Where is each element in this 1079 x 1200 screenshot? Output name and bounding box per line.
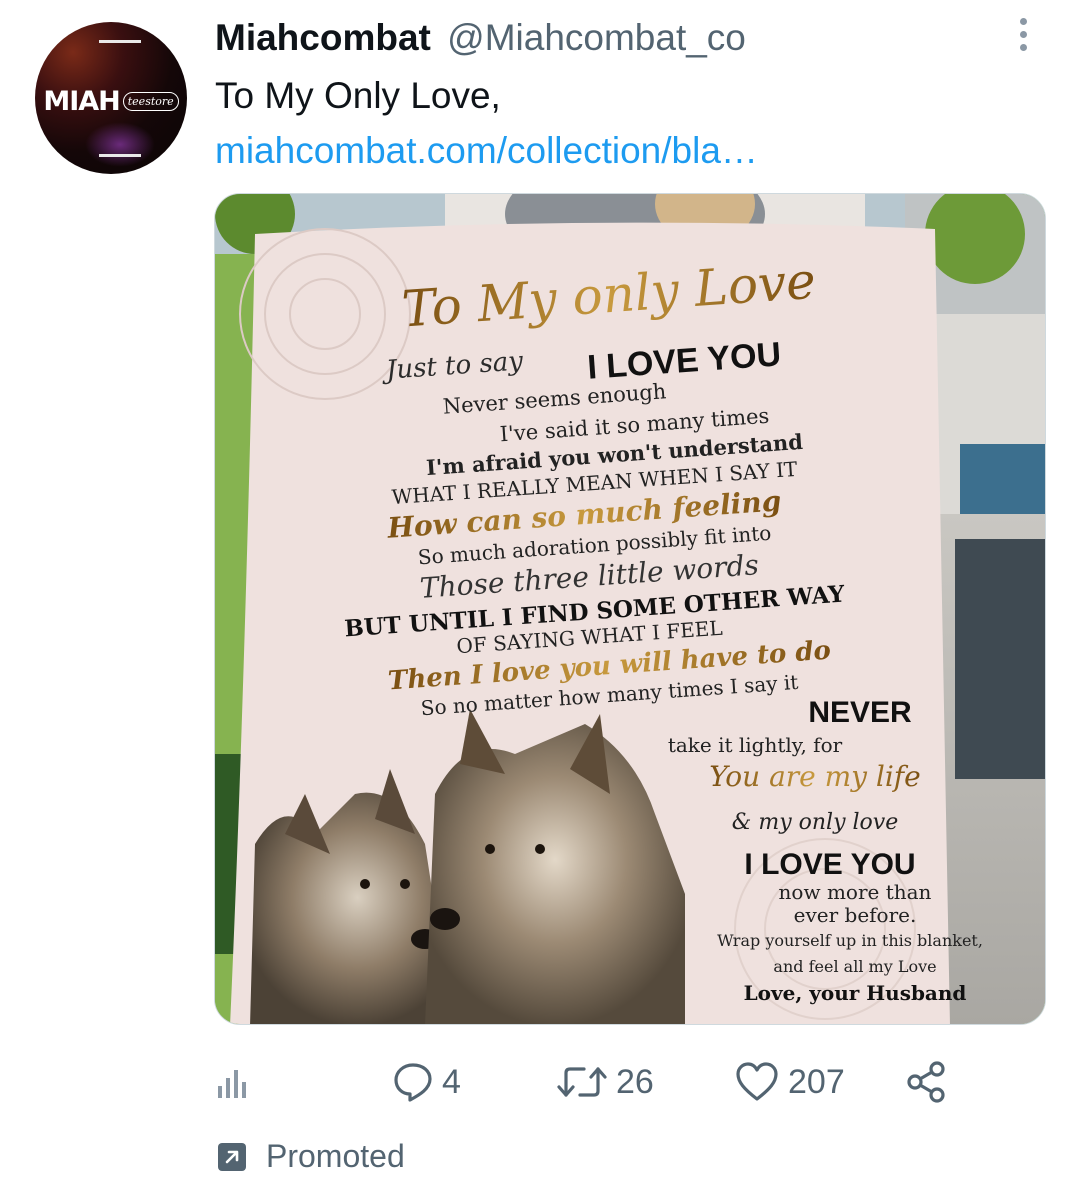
like-count: 207 [788, 1062, 845, 1101]
tweet-header: Miahcombat @Miahcombat_co [215, 14, 746, 62]
avatar-bottom-bar [99, 154, 141, 157]
promoted-label: Promoted [218, 1138, 405, 1175]
retweet-count: 26 [616, 1062, 654, 1101]
reply-count: 4 [442, 1062, 461, 1101]
display-name[interactable]: Miahcombat [215, 17, 431, 58]
blanket-line-23: Love, your Husband [744, 981, 967, 1005]
blanket-line-21: Wrap yourself up in this blanket, [717, 931, 983, 950]
user-handle[interactable]: @Miahcombat_co [447, 17, 746, 58]
blanket-line-17: & my only love [732, 810, 898, 835]
analytics-button[interactable] [214, 1050, 254, 1114]
avatar[interactable]: MIAH teestore [35, 22, 187, 174]
promoted-arrow-icon [218, 1142, 246, 1171]
avatar-logo-main: MIAH [43, 86, 120, 117]
blanket-photo: To My only Love Just to say I LOVE YOU N… [215, 194, 1045, 1024]
blanket-line-16: You are my life [709, 760, 921, 793]
reply-button[interactable]: 4 [392, 1050, 461, 1114]
tweet-media-image[interactable]: To My only Love Just to say I LOVE YOU N… [214, 193, 1046, 1025]
avatar-logo: MIAH teestore [35, 86, 187, 117]
blanket-line-18: I LOVE YOU [744, 848, 915, 881]
blanket-line-14: NEVER [808, 696, 912, 729]
tweet-link[interactable]: miahcombat.com/collection/bla… [215, 127, 758, 175]
bar-chart-icon [218, 1070, 246, 1098]
speech-bubble-icon [394, 1063, 432, 1102]
heart-icon [736, 1062, 778, 1101]
share-button[interactable] [904, 1050, 948, 1114]
like-button[interactable]: 207 [734, 1050, 845, 1114]
more-options-icon[interactable] [1010, 18, 1036, 58]
share-nodes-icon [907, 1061, 945, 1103]
avatar-glow [85, 122, 155, 167]
blanket-line-19: now more than [779, 880, 932, 904]
tweet-action-bar: 4 26 207 [214, 1050, 974, 1120]
tweet-text: To My Only Love, [215, 75, 501, 116]
retweet-button[interactable]: 26 [556, 1050, 654, 1114]
blanket-line-22: and feel all my Love [773, 957, 936, 976]
blanket-line-20: ever before. [794, 903, 917, 927]
avatar-logo-sub: teestore [122, 92, 179, 111]
blanket-line-15: take it lightly, for [668, 733, 843, 757]
retweet-arrows-icon [557, 1067, 607, 1097]
avatar-top-bar [99, 40, 141, 43]
promoted-text: Promoted [266, 1138, 405, 1174]
